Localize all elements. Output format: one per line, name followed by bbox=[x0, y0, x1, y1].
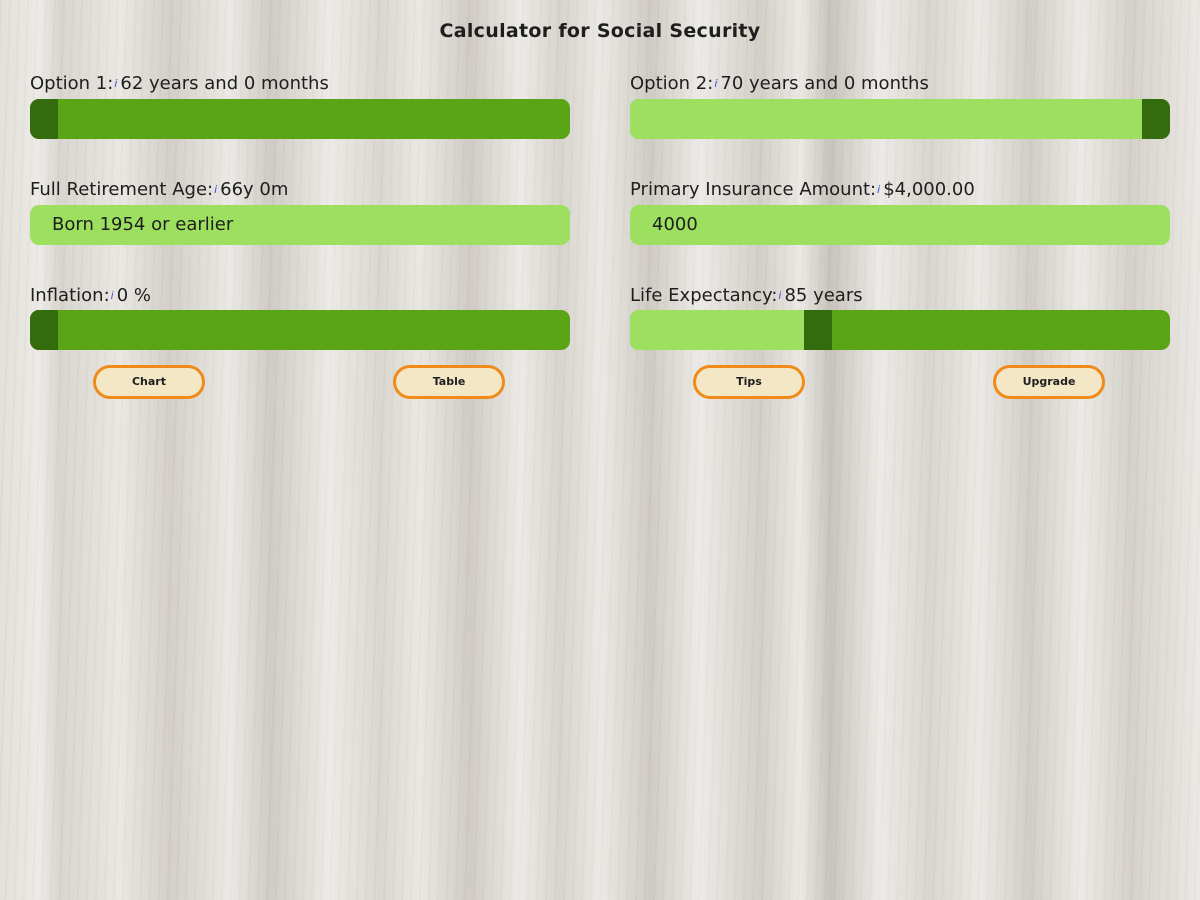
option1-label-row: Option 1:i 62 years and 0 months bbox=[30, 73, 329, 95]
life-label: Life Expectancy: bbox=[630, 285, 778, 306]
inflation-slider[interactable] bbox=[30, 310, 570, 350]
pia-label: Primary Insurance Amount: bbox=[630, 179, 877, 200]
option2-label-row: Option 2:i 70 years and 0 months bbox=[630, 73, 929, 95]
info-icon[interactable]: i bbox=[714, 77, 717, 90]
tips-button[interactable]: Tips bbox=[693, 365, 805, 399]
fra-label-row: Full Retirement Age:i 66y 0m bbox=[30, 179, 288, 201]
option2-value: 70 years and 0 months bbox=[720, 73, 929, 94]
inflation-label-row: Inflation:i 0 % bbox=[30, 285, 151, 307]
life-expectancy-slider-thumb[interactable] bbox=[804, 310, 832, 350]
birth-year-select[interactable]: Born 1954 or earlier bbox=[30, 205, 570, 245]
pia-label-row: Primary Insurance Amount:i $4,000.00 bbox=[630, 179, 975, 201]
inflation-label: Inflation: bbox=[30, 285, 110, 306]
option1-label: Option 1: bbox=[30, 73, 114, 94]
upgrade-button[interactable]: Upgrade bbox=[993, 365, 1105, 399]
pia-input[interactable]: 4000 bbox=[630, 205, 1170, 245]
option2-slider[interactable] bbox=[630, 99, 1170, 139]
option1-value: 62 years and 0 months bbox=[120, 73, 329, 94]
option2-slider-thumb[interactable] bbox=[1142, 99, 1170, 139]
info-icon[interactable]: i bbox=[111, 289, 114, 302]
info-icon[interactable]: i bbox=[778, 289, 781, 302]
info-icon[interactable]: i bbox=[214, 183, 217, 196]
option1-slider[interactable] bbox=[30, 99, 570, 139]
info-icon[interactable]: i bbox=[877, 183, 880, 196]
chart-button[interactable]: Chart bbox=[93, 365, 205, 399]
pia-value: $4,000.00 bbox=[883, 179, 975, 200]
life-label-row: Life Expectancy:i 85 years bbox=[630, 285, 863, 307]
inflation-value: 0 % bbox=[116, 285, 151, 306]
life-value: 85 years bbox=[784, 285, 863, 306]
option2-label: Option 2: bbox=[630, 73, 714, 94]
info-icon[interactable]: i bbox=[114, 77, 117, 90]
life-expectancy-slider-fill bbox=[630, 310, 804, 350]
inflation-slider-thumb[interactable] bbox=[30, 310, 58, 350]
option1-slider-thumb[interactable] bbox=[30, 99, 58, 139]
fra-label: Full Retirement Age: bbox=[30, 179, 214, 200]
table-button[interactable]: Table bbox=[393, 365, 505, 399]
option2-slider-fill bbox=[630, 99, 1142, 139]
life-expectancy-slider[interactable] bbox=[630, 310, 1170, 350]
page-title: Calculator for Social Security bbox=[439, 20, 761, 42]
fra-value: 66y 0m bbox=[220, 179, 289, 200]
